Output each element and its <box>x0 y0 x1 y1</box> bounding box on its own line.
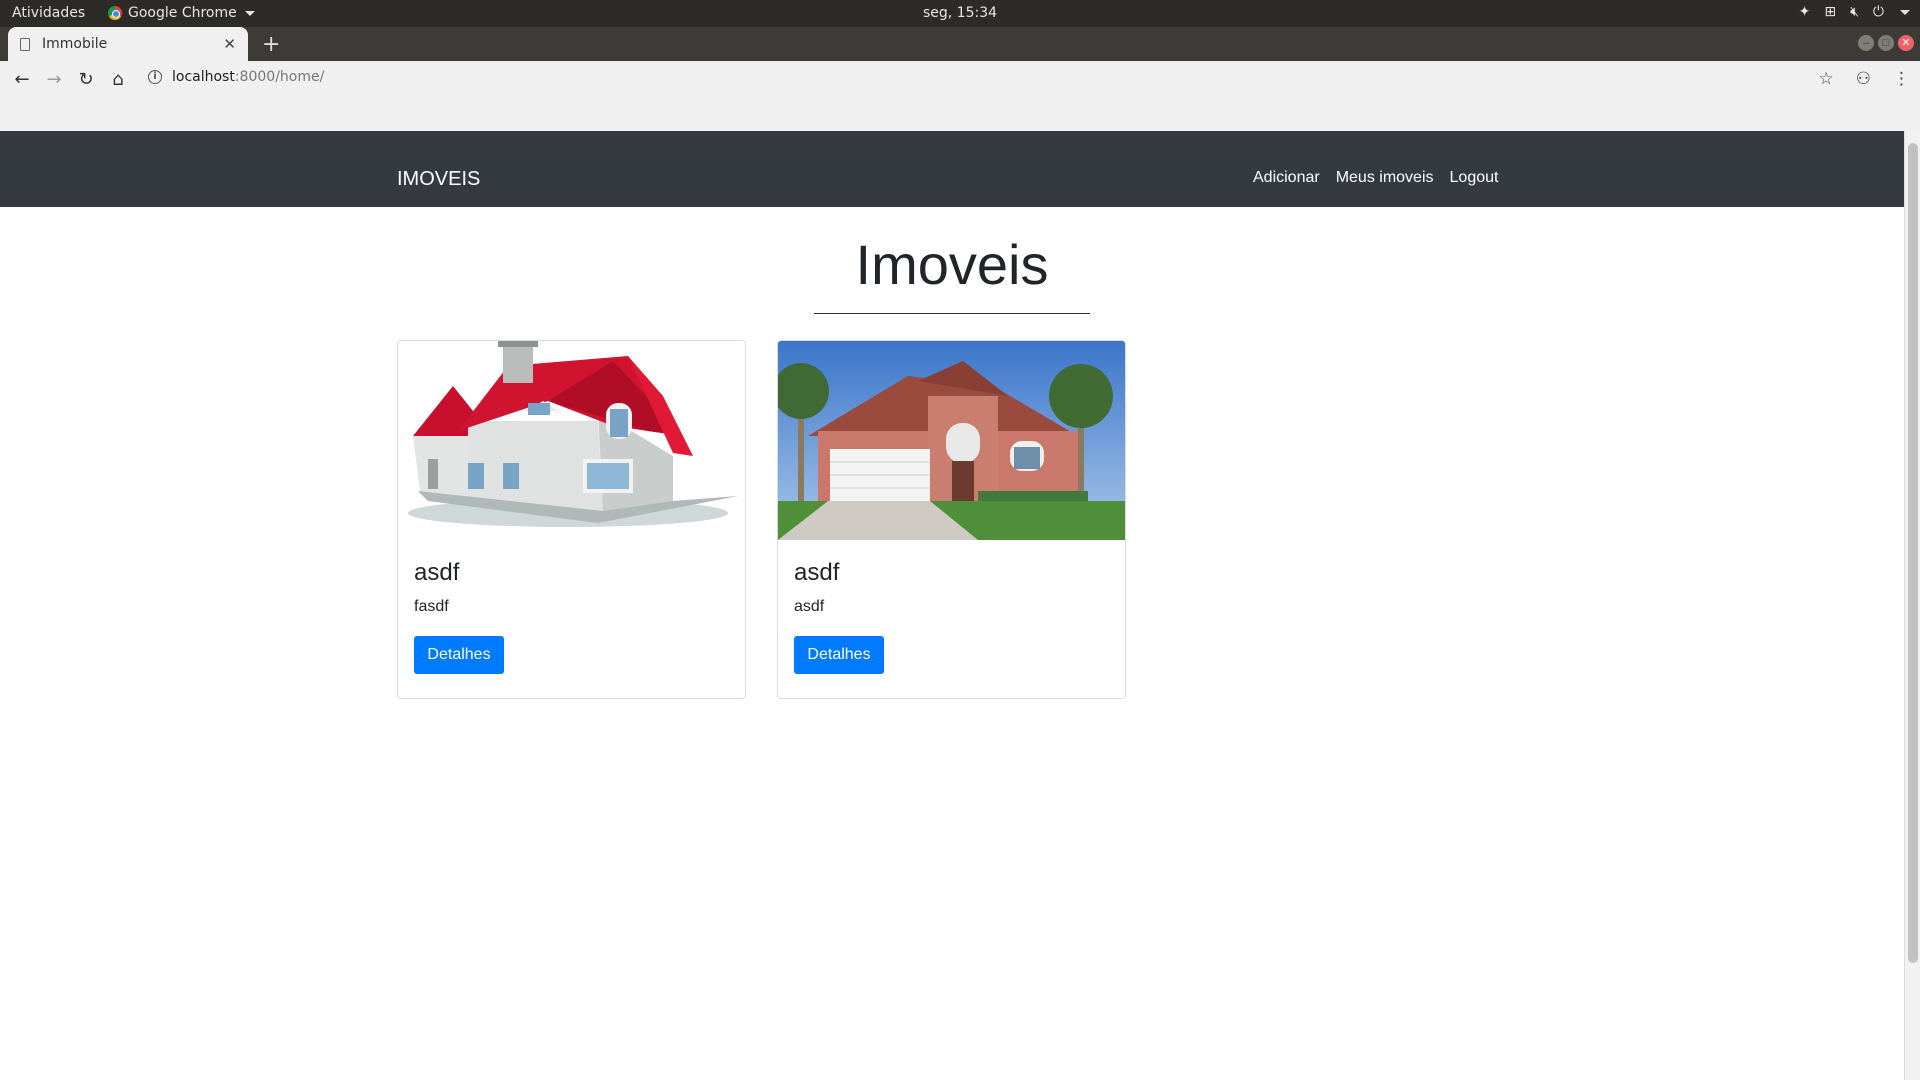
nav-link-logout[interactable]: Logout <box>1450 169 1499 187</box>
red-roof-house-illustration <box>398 341 745 540</box>
new-tab-button[interactable]: + <box>262 32 280 57</box>
card-text: fasdf <box>414 598 449 615</box>
incognito-icon[interactable]: ⚇ <box>1856 69 1871 89</box>
browser-tab[interactable]: Immobile ✕ <box>8 27 248 61</box>
property-image[interactable] <box>778 341 1125 540</box>
nav-link-meus-imoveis[interactable]: Meus imoveis <box>1336 169 1434 187</box>
navigation-buttons: ← → ↻ ⌂ <box>12 69 128 90</box>
close-window-button[interactable]: ✕ <box>1898 35 1914 51</box>
system-tray[interactable]: ✦ ⊞ 🔇︎ ⏻ <box>1799 4 1910 20</box>
network-icon[interactable]: ⊞ <box>1824 4 1836 20</box>
tab-title: Immobile <box>42 36 108 52</box>
activities-button[interactable]: Atividades <box>12 5 85 21</box>
nav-links: Adicionar Meus imoveis Logout <box>1253 169 1498 187</box>
address-bar[interactable]: i localhost:8000/home/ <box>148 69 324 85</box>
property-card: asdf asdf Detalhes <box>777 340 1126 699</box>
url-host: localhost <box>172 69 235 85</box>
minimize-button[interactable]: – <box>1858 35 1874 51</box>
reload-icon[interactable]: ↻ <box>76 69 96 90</box>
chrome-icon <box>108 6 122 20</box>
info-icon[interactable]: i <box>148 70 162 84</box>
home-icon[interactable]: ⌂ <box>108 69 128 90</box>
chevron-down-icon <box>244 10 255 16</box>
close-tab-icon[interactable]: ✕ <box>223 35 236 53</box>
page-title: Imoveis <box>855 233 1049 296</box>
suburban-house-photo <box>778 341 1125 540</box>
menu-kebab-icon[interactable]: ⋮ <box>1893 69 1910 89</box>
site-brand[interactable]: IMOVEIS <box>397 168 480 191</box>
tab-strip: Immobile ✕ + – □ ✕ <box>0 27 1920 61</box>
page-icon <box>20 37 30 51</box>
app-menu[interactable]: Google Chrome <box>108 5 255 21</box>
power-icon[interactable]: ⏻ <box>1873 4 1884 20</box>
title-divider <box>814 313 1090 314</box>
card-title: asdf <box>414 559 460 586</box>
card-title: asdf <box>794 559 840 586</box>
back-icon[interactable]: ← <box>12 69 32 90</box>
clock[interactable]: seg, 15:34 <box>0 5 1920 21</box>
site-navbar: IMOVEIS Adicionar Meus imoveis Logout <box>0 131 1904 207</box>
maximize-button[interactable]: □ <box>1878 35 1894 51</box>
page-scrollbar[interactable] <box>1904 131 1920 1080</box>
chevron-down-icon[interactable] <box>1900 10 1910 15</box>
system-top-bar: Atividades Google Chrome seg, 15:34 ✦ ⊞ … <box>0 0 1920 27</box>
app-menu-label: Google Chrome <box>128 5 237 21</box>
volume-muted-icon[interactable]: 🔇︎ <box>1850 4 1859 20</box>
property-card: asdf fasdf Detalhes <box>397 340 746 699</box>
details-button[interactable]: Detalhes <box>414 636 504 674</box>
forward-icon[interactable]: → <box>44 69 64 90</box>
dropbox-icon[interactable]: ✦ <box>1799 4 1811 20</box>
bookmark-star-icon[interactable]: ☆ <box>1819 69 1834 89</box>
property-image[interactable] <box>398 341 745 540</box>
url-path: :8000/home/ <box>234 69 325 85</box>
page-viewport: IMOVEIS Adicionar Meus imoveis Logout Im… <box>0 131 1904 1080</box>
nav-link-adicionar[interactable]: Adicionar <box>1253 169 1320 187</box>
toolbar-actions: ☆ ⚇ ⋮ <box>1819 69 1911 89</box>
details-button[interactable]: Detalhes <box>794 636 884 674</box>
card-text: asdf <box>794 598 825 615</box>
window-controls: – □ ✕ <box>1858 35 1914 51</box>
scrollbar-thumb[interactable] <box>1908 143 1918 963</box>
